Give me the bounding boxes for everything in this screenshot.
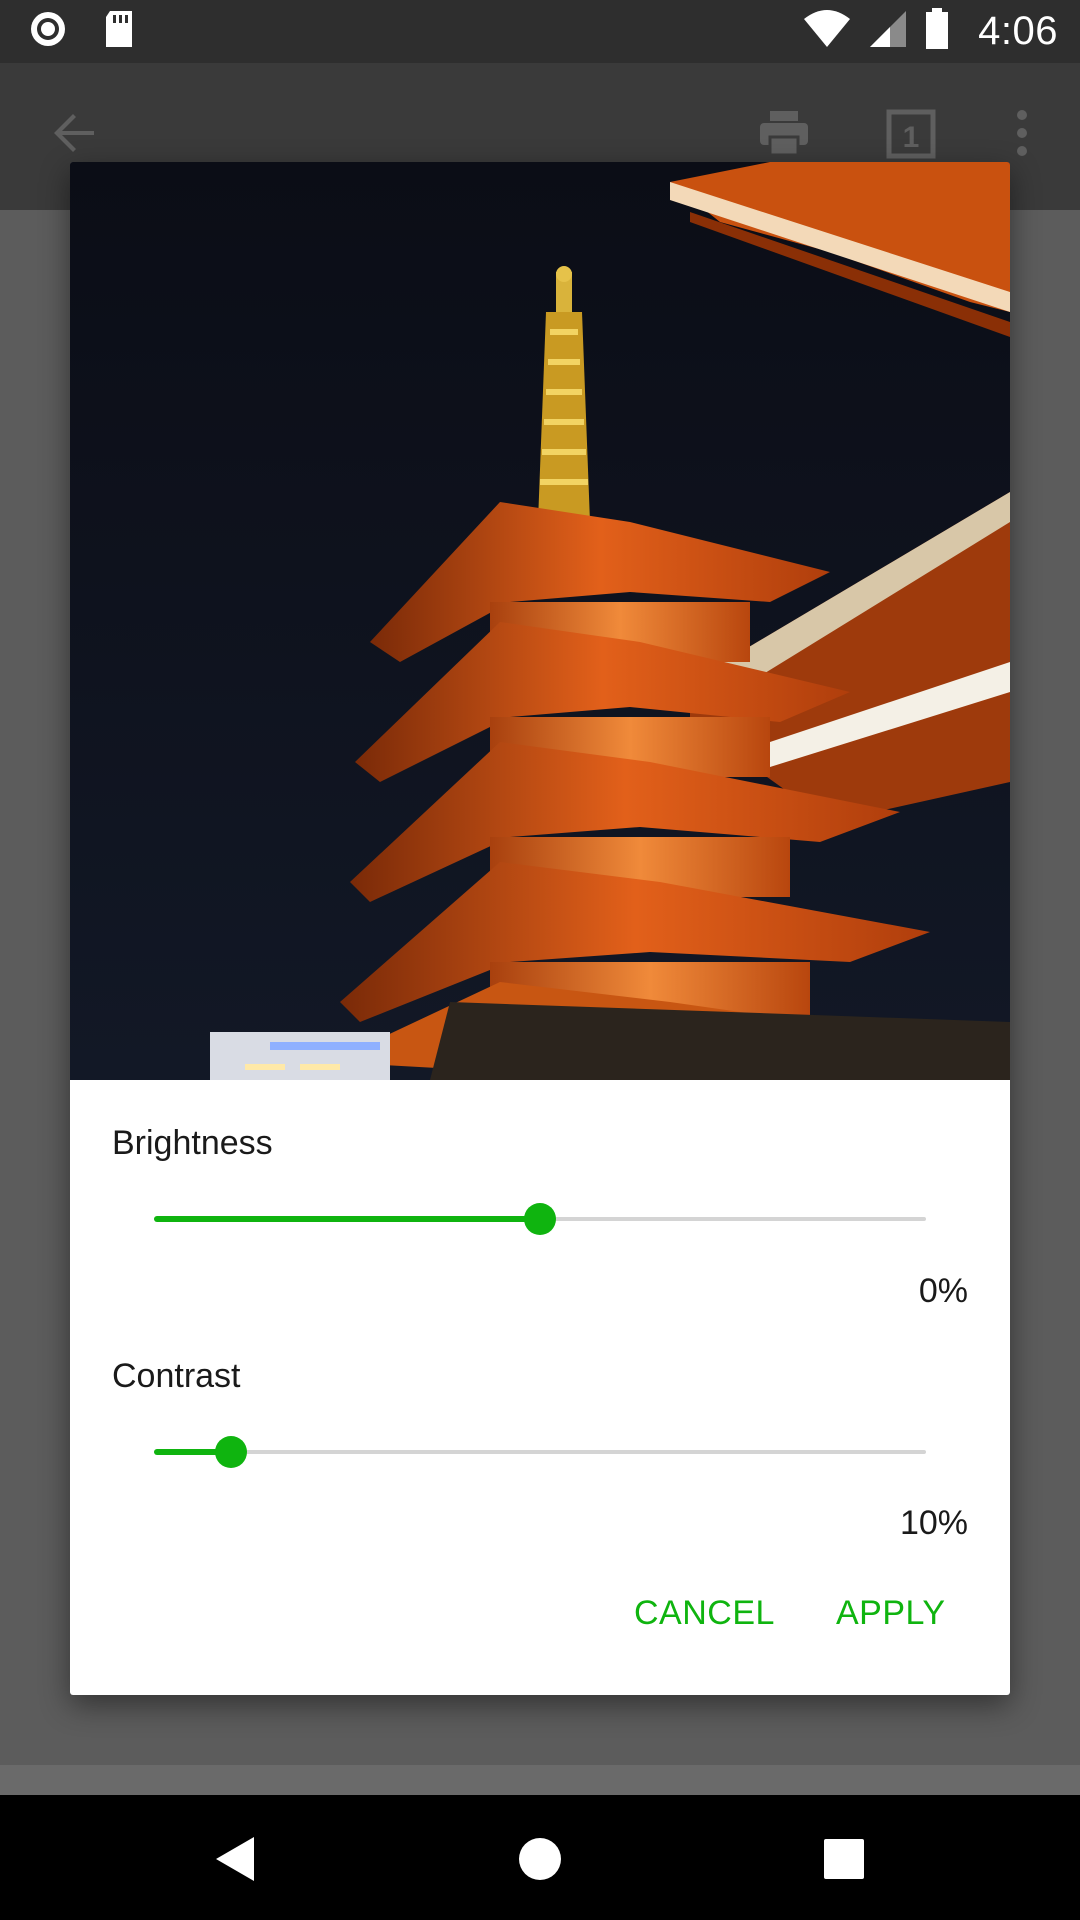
page-bottom-strip: [0, 1765, 1080, 1795]
back-arrow-icon[interactable]: [50, 109, 98, 162]
brightness-slider-fill: [154, 1216, 540, 1222]
image-preview: [70, 162, 1010, 1080]
brightness-label: Brightness: [112, 1124, 273, 1162]
print-icon[interactable]: [758, 109, 810, 162]
page-count-text: 1: [903, 121, 920, 154]
screen: 4:06 1 Brightness 0% Contrast 10% CANCEL…: [0, 0, 1080, 1920]
brightness-slider-thumb[interactable]: [524, 1203, 556, 1235]
status-time: 4:06: [978, 9, 1058, 53]
navigation-bar: [0, 1795, 1080, 1920]
image-adjust-dialog: Brightness 0% Contrast 10% CANCEL APPLY: [70, 162, 1010, 1695]
cancel-button[interactable]: CANCEL: [634, 1594, 775, 1633]
cell-signal-icon: [868, 9, 908, 54]
apply-button[interactable]: APPLY: [836, 1594, 946, 1633]
battery-icon: [924, 8, 950, 55]
recents-nav-icon[interactable]: [823, 1835, 865, 1888]
brightness-slider[interactable]: [154, 1194, 926, 1244]
sd-card-icon: [102, 9, 136, 54]
status-bar: 4:06: [0, 0, 1080, 63]
back-nav-icon[interactable]: [214, 1835, 258, 1888]
contrast-slider-thumb[interactable]: [215, 1436, 248, 1468]
contrast-slider-track: [154, 1450, 926, 1454]
contrast-slider[interactable]: [154, 1427, 926, 1477]
brightness-value: 0%: [918, 1272, 968, 1310]
page-count-icon[interactable]: 1: [886, 109, 936, 164]
contrast-value: 10%: [899, 1504, 968, 1542]
overflow-menu-icon[interactable]: [1014, 109, 1030, 162]
wifi-icon: [802, 9, 852, 54]
home-nav-icon[interactable]: [518, 1835, 562, 1888]
pagoda-photo: [70, 162, 1010, 1080]
contrast-label: Contrast: [112, 1357, 241, 1395]
record-icon: [28, 9, 68, 54]
